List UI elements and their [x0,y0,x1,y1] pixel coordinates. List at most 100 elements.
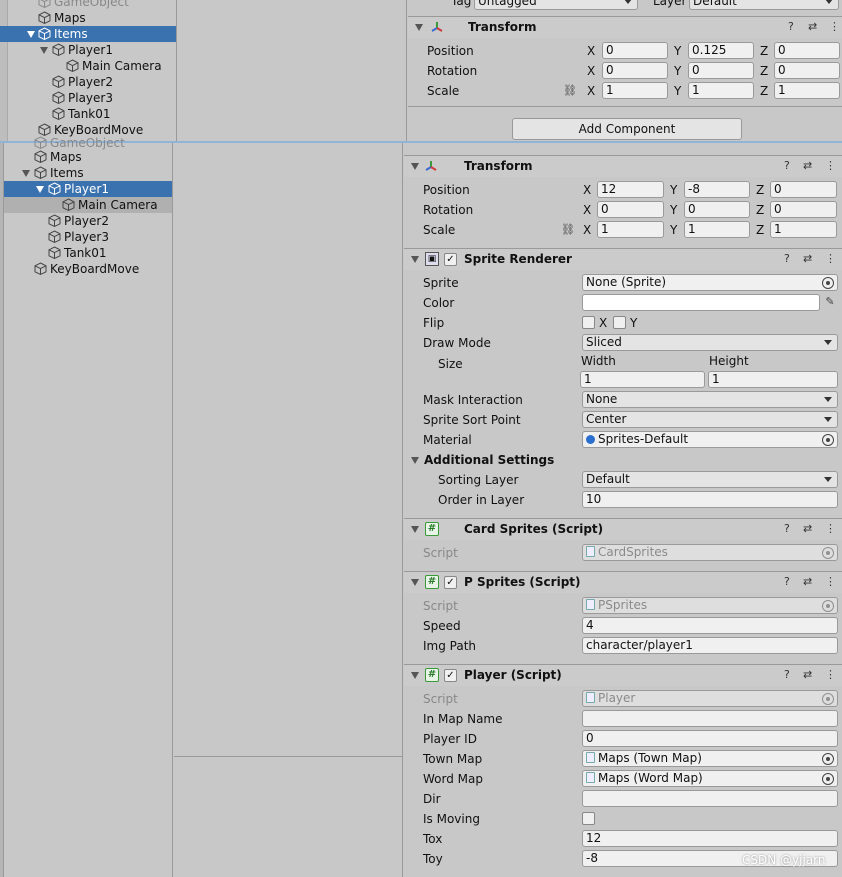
menu-icon[interactable]: ⋮ [825,668,836,681]
top-hierarchy-tank01[interactable]: Tank01 [52,106,111,122]
link-icon[interactable]: ⛓ [563,84,577,98]
settings-icon[interactable]: ⇄ [808,20,817,33]
settings-icon[interactable]: ⇄ [803,668,812,681]
add-component-button[interactable]: Add Component [512,118,742,140]
x-label[interactable]: X [587,82,599,100]
help-icon[interactable]: ? [784,575,790,588]
top-hierarchy-player1[interactable]: Player1 [40,42,113,58]
hierarchy-tank01[interactable]: Tank01 [48,245,107,261]
x-label[interactable]: X [587,62,599,80]
scale-z-field[interactable]: 1 [770,221,837,238]
settings-icon[interactable]: ⇄ [803,575,812,588]
in-map-name-field[interactable] [582,710,838,727]
hierarchy-player1[interactable]: Player1 [4,181,172,197]
z-label[interactable]: Z [760,82,772,100]
flip-y-checkbox[interactable] [613,316,626,329]
rotation-x-field[interactable]: 0 [597,201,664,218]
y-label[interactable]: Y [670,221,682,239]
position-z-field[interactable]: 0 [774,42,840,59]
enabled-checkbox[interactable]: ✓ [444,576,457,589]
position-y-field[interactable]: 0.125 [688,42,754,59]
material-field[interactable]: Sprites-Default [582,431,838,448]
sorting-layer-dropdown[interactable]: Default [582,471,838,488]
menu-icon[interactable]: ⋮ [825,252,836,265]
y-label[interactable]: Y [670,201,682,219]
top-hierarchy-player2[interactable]: Player2 [52,74,113,90]
eyedropper-icon[interactable]: ✎ [823,295,837,309]
scale-x-field[interactable]: 1 [602,82,668,99]
rotation-z-field[interactable]: 0 [770,201,837,218]
collapse-arrow-icon[interactable] [411,579,419,586]
draw-mode-dropdown[interactable]: Sliced [582,334,838,351]
sprite-sort-point-dropdown[interactable]: Center [582,411,838,428]
p-sprites-header[interactable]: # ✓ P Sprites (Script) ? ⇄ ⋮ [404,571,842,593]
top-hierarchy-main-camera[interactable]: Main Camera [66,58,162,74]
expand-arrow-icon[interactable] [40,47,48,54]
position-y-field[interactable]: -8 [684,181,750,198]
top-transform-header[interactable]: Transform ? ⇄ ⋮ [408,16,842,38]
enabled-checkbox[interactable]: ✓ [444,669,457,682]
collapse-arrow-icon[interactable] [411,672,419,679]
hierarchy-items[interactable]: Items [22,165,84,181]
transform-header[interactable]: Transform ? ⇄ ⋮ [404,155,842,177]
collapse-arrow-icon[interactable] [411,163,419,170]
top-hierarchy-items[interactable]: Items [0,26,176,42]
hierarchy-maps[interactable]: Maps [34,149,82,165]
expand-arrow-icon[interactable] [411,457,419,464]
scale-y-field[interactable]: 1 [688,82,754,99]
rotation-y-field[interactable]: 0 [684,201,750,218]
additional-settings-label[interactable]: Additional Settings [424,451,554,469]
color-field[interactable] [582,294,820,311]
expand-arrow-icon[interactable] [27,31,35,38]
settings-icon[interactable]: ⇄ [803,159,812,172]
link-icon[interactable]: ⛓ [561,223,575,237]
tag-dropdown[interactable]: Untagged [474,0,638,10]
img-path-field[interactable]: character/player1 [582,637,838,654]
position-x-field[interactable]: 0 [602,42,668,59]
hierarchy-main-camera[interactable]: Main Camera [4,197,172,213]
help-icon[interactable]: ? [784,522,790,535]
layer-dropdown[interactable]: Default [689,0,839,10]
dir-field[interactable] [582,790,838,807]
z-label[interactable]: Z [760,62,772,80]
position-z-field[interactable]: 0 [770,181,837,198]
z-label[interactable]: Z [756,201,768,219]
y-label[interactable]: Y [674,42,686,60]
object-picker-icon[interactable] [822,434,834,446]
y-label[interactable]: Y [674,82,686,100]
help-icon[interactable]: ? [784,668,790,681]
help-icon[interactable]: ? [784,159,790,172]
x-label[interactable]: X [583,221,595,239]
speed-field[interactable]: 4 [582,617,838,634]
position-x-field[interactable]: 12 [597,181,664,198]
object-picker-icon[interactable] [822,277,834,289]
settings-icon[interactable]: ⇄ [803,252,812,265]
y-label[interactable]: Y [670,181,682,199]
sprite-field[interactable]: None (Sprite) [582,274,838,291]
scale-y-field[interactable]: 1 [684,221,750,238]
rotation-z-field[interactable]: 0 [774,62,840,79]
mask-interaction-dropdown[interactable]: None [582,391,838,408]
order-in-layer-field[interactable]: 10 [582,491,838,508]
rotation-x-field[interactable]: 0 [602,62,668,79]
x-label[interactable]: X [587,42,599,60]
top-hierarchy-player3[interactable]: Player3 [52,90,113,106]
z-label[interactable]: Z [760,42,772,60]
enabled-checkbox[interactable]: ✓ [444,253,457,266]
menu-icon[interactable]: ⋮ [825,159,836,172]
collapse-arrow-icon[interactable] [411,256,419,263]
hierarchy-keyboardmove[interactable]: KeyBoardMove [34,261,139,277]
help-icon[interactable]: ? [788,20,794,33]
scale-z-field[interactable]: 1 [774,82,840,99]
help-icon[interactable]: ? [784,252,790,265]
width-field[interactable]: 1 [580,371,705,388]
player-id-field[interactable]: 0 [582,730,838,747]
x-label[interactable]: X [583,181,595,199]
settings-icon[interactable]: ⇄ [803,522,812,535]
y-label[interactable]: Y [674,62,686,80]
word-map-field[interactable]: Maps (Word Map) [582,770,838,787]
hierarchy-player3[interactable]: Player3 [48,229,109,245]
expand-arrow-icon[interactable] [36,186,44,193]
menu-icon[interactable]: ⋮ [825,575,836,588]
x-label[interactable]: X [583,201,595,219]
